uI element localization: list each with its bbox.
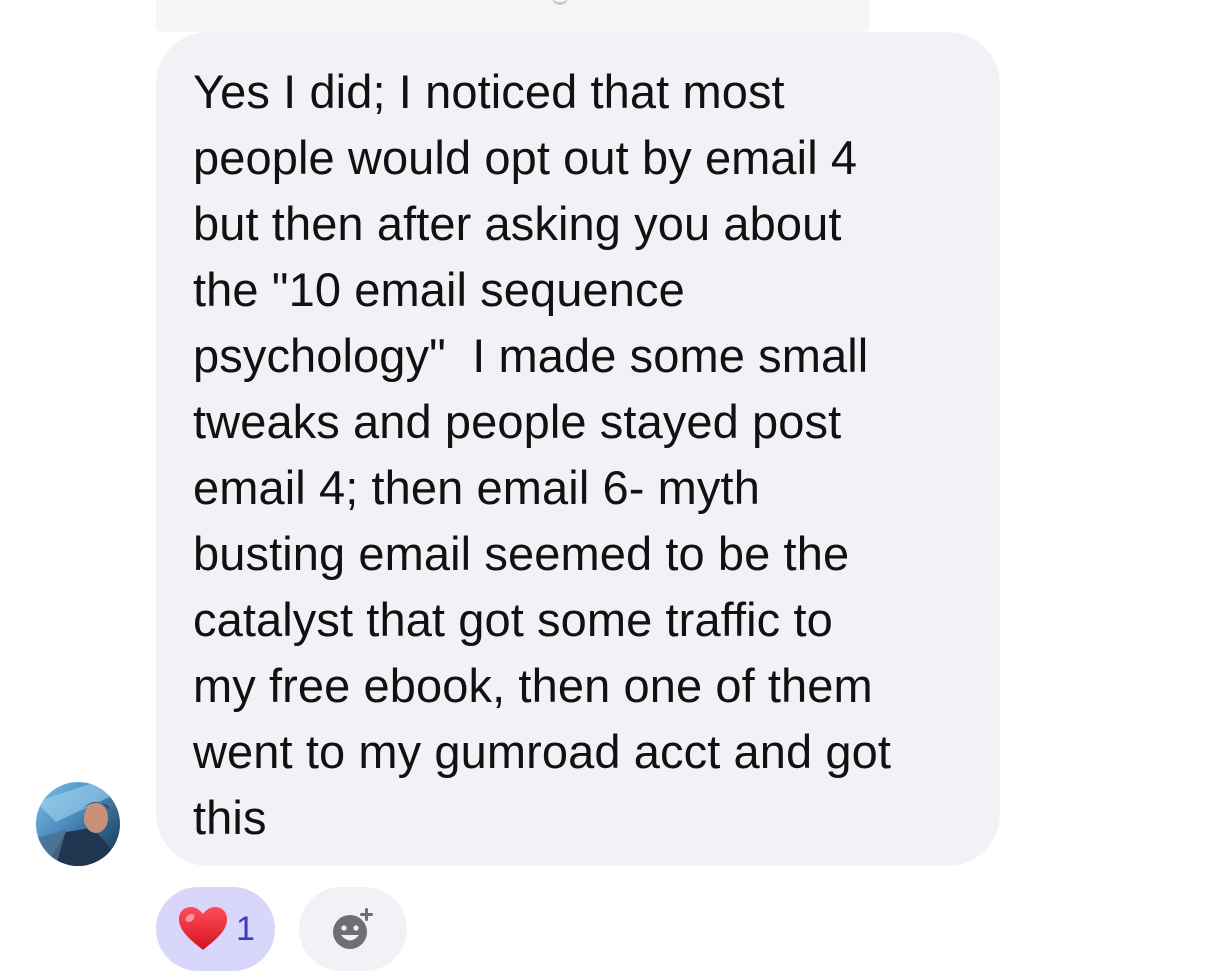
add-reaction-button[interactable] <box>299 887 407 971</box>
previous-message-text-fragment <box>552 0 568 5</box>
add-emoji-icon <box>333 908 373 949</box>
avatar-photo-icon <box>36 782 120 866</box>
message-text: Yes I did; I noticed that most people wo… <box>193 65 892 844</box>
message-bubble[interactable]: Yes I did; I noticed that most people wo… <box>156 32 1000 866</box>
chat-thread: Yes I did; I noticed that most people wo… <box>0 0 1206 980</box>
heart-icon <box>178 906 228 952</box>
reaction-count: 1 <box>236 909 255 948</box>
previous-message-bubble[interactable] <box>156 0 870 32</box>
heart-reaction[interactable]: 1 <box>156 887 275 971</box>
avatar[interactable] <box>36 782 120 866</box>
